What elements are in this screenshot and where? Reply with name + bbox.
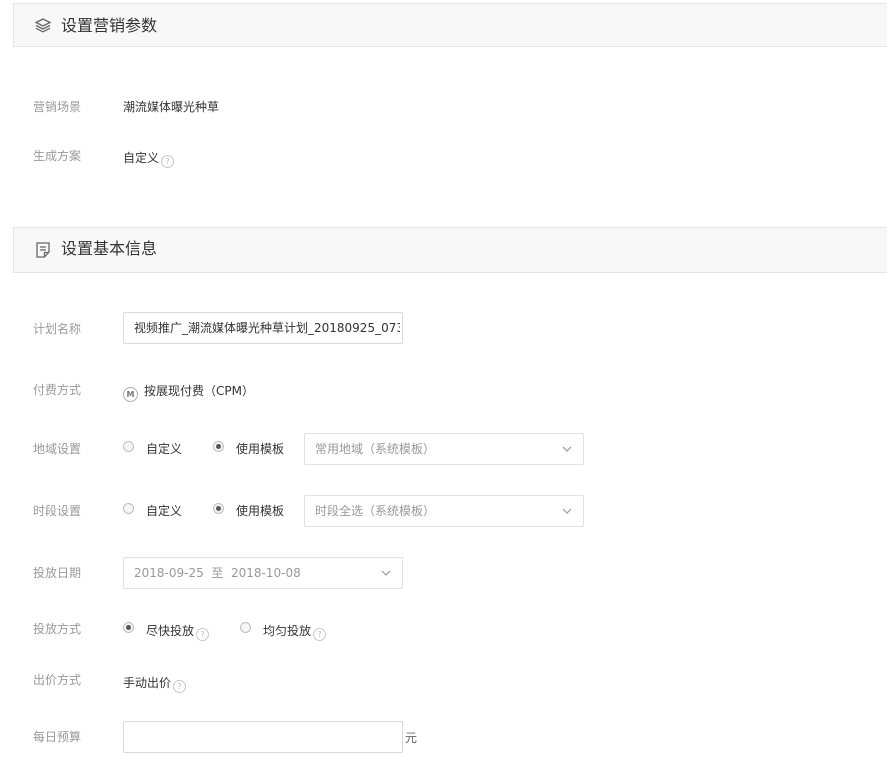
help-icon[interactable]: ? — [196, 628, 210, 641]
delivery-fast-label: 尽快投放 — [146, 624, 195, 638]
generate-plan-text: 自定义 — [123, 151, 160, 165]
delivery-even-option[interactable]: 均匀投放? — [263, 622, 327, 641]
section-title: 设置营销参数 — [61, 16, 158, 35]
cpm-icon: M — [123, 387, 138, 402]
chevron-down-icon — [562, 508, 572, 514]
daily-budget-label: 每日预算 — [33, 730, 82, 744]
delivery-date-label: 投放日期 — [33, 566, 82, 580]
marketing-scene-value: 潮流媒体曝光种草 — [123, 100, 220, 114]
delivery-even-label: 均匀投放 — [263, 624, 312, 638]
help-icon[interactable]: ? — [173, 680, 187, 693]
generate-plan-label: 生成方案 — [33, 149, 82, 163]
date-range-picker[interactable]: 2018-09-25 至 2018-10-08 — [123, 557, 403, 589]
chevron-down-icon — [381, 570, 391, 576]
section-title: 设置基本信息 — [61, 239, 158, 258]
time-period-label: 时段设置 — [33, 504, 82, 518]
help-icon[interactable]: ? — [313, 628, 327, 641]
region-custom-label[interactable]: 自定义 — [146, 440, 182, 458]
pay-method-value: M 按展现付费（CPM） — [123, 382, 254, 402]
pay-method-label: 付费方式 — [33, 383, 82, 397]
time-template-radio[interactable] — [213, 503, 224, 514]
date-range-value: 2018-09-25 至 2018-10-08 — [134, 566, 301, 580]
marketing-scene-label: 营销场景 — [33, 100, 82, 114]
bid-method-value: 手动出价? — [123, 674, 187, 693]
section-header-basic-info: 设置基本信息 — [13, 227, 887, 273]
plan-name-label: 计划名称 — [33, 322, 82, 336]
region-custom-radio[interactable] — [123, 441, 134, 452]
bid-method-label: 出价方式 — [33, 673, 82, 687]
budget-unit: 元 — [405, 731, 418, 745]
time-template-label[interactable]: 使用模板 — [236, 502, 284, 520]
section-header-marketing: 设置营销参数 — [13, 3, 887, 47]
document-icon — [36, 242, 50, 258]
time-custom-label[interactable]: 自定义 — [146, 502, 182, 520]
plan-name-input[interactable]: 视频推广_潮流媒体曝光种草计划_20180925_073821 — [123, 312, 403, 344]
region-template-label[interactable]: 使用模板 — [236, 440, 284, 458]
delivery-method-label: 投放方式 — [33, 622, 82, 636]
help-icon[interactable]: ? — [161, 155, 175, 168]
delivery-fast-radio[interactable] — [123, 622, 134, 633]
region-template-select[interactable]: 常用地域（系统模板） — [304, 433, 584, 465]
delivery-even-radio[interactable] — [240, 622, 251, 633]
bid-method-text: 手动出价 — [123, 676, 172, 690]
chevron-down-icon — [562, 446, 572, 452]
generate-plan-value: 自定义? — [123, 149, 175, 168]
plan-name-value: 视频推广_潮流媒体曝光种草计划_20180925_073821 — [134, 321, 400, 335]
layers-icon — [34, 18, 52, 33]
region-select-value: 常用地域（系统模板） — [315, 442, 436, 456]
pay-method-text: 按展现付费（CPM） — [144, 384, 254, 398]
time-template-select[interactable]: 时段全选（系统模板） — [304, 495, 584, 527]
time-custom-radio[interactable] — [123, 503, 134, 514]
region-label: 地域设置 — [33, 442, 82, 456]
region-template-radio[interactable] — [213, 441, 224, 452]
time-select-value: 时段全选（系统模板） — [315, 504, 436, 518]
daily-budget-input[interactable] — [123, 721, 403, 753]
delivery-fast-option[interactable]: 尽快投放? — [146, 622, 210, 641]
